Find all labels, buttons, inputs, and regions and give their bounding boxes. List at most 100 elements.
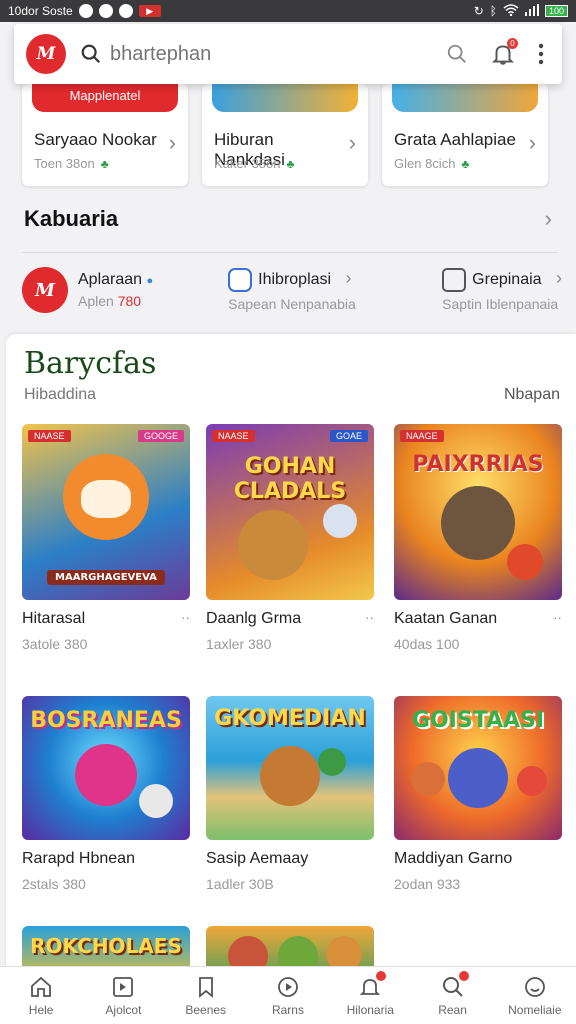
search-icon[interactable] xyxy=(446,43,468,65)
game-card[interactable]: BOSRANEAS Rarapd Hbnean 2stals 380 xyxy=(22,696,190,892)
game-title: Kaatan Ganan xyxy=(394,610,498,627)
app-name: Grepinaia xyxy=(472,271,542,289)
card-banner-button[interactable]: Mapplenatel xyxy=(32,84,178,112)
game-thumbnail[interactable]: GKOMEDIAN xyxy=(206,696,374,840)
panel-subtitle: Hibaddina xyxy=(24,386,97,403)
game-art-text: GKOMEDIAN xyxy=(214,706,366,731)
game-title: Daanlg Grma xyxy=(206,610,302,627)
more-icon[interactable]: ⋅⋅ xyxy=(365,610,374,628)
app-item[interactable]: Grepinaia › Saptin Iblenpanaia xyxy=(382,268,562,312)
apps-row: M Aplaraan ● Aplen 780 Ihibroplasi › Sap… xyxy=(22,262,562,318)
app-logo[interactable]: M xyxy=(26,34,66,74)
chevron-right-icon: › xyxy=(345,268,352,289)
clover-icon: ♣ xyxy=(461,157,470,171)
nav-home[interactable]: Hele xyxy=(1,975,81,1017)
game-card[interactable]: NAAGE PAIXRRIAS Kaatan Ganan ⋅⋅ 40das 100 xyxy=(394,424,562,652)
featured-card[interactable]: Mapplenatel Saryaao Nookar › Toen 38on ♣ xyxy=(22,84,188,186)
game-art-text: MAARGHAGEVEVA xyxy=(47,570,165,585)
game-art-text: BOSRANEAS xyxy=(30,708,182,733)
mascot-image xyxy=(323,504,358,538)
nav-label: Rarns xyxy=(271,1002,304,1017)
home-icon xyxy=(31,976,52,997)
featured-card[interactable]: Grata Aahlapiae › Glen 8cich ♣ xyxy=(382,84,548,186)
card-title: Grata Aahlapiae xyxy=(394,130,516,149)
featured-card[interactable]: Hiburan Nankdasi › Kaker 38on ♣ xyxy=(202,84,368,186)
mascot-image xyxy=(75,744,137,806)
nav-label: Hilonaria xyxy=(346,1002,394,1017)
more-icon[interactable]: ⋅⋅ xyxy=(553,610,562,628)
more-icon[interactable]: ⋅⋅ xyxy=(181,610,190,628)
nav-notifications[interactable]: Hilonaria xyxy=(330,970,410,1017)
chevron-right-icon: › xyxy=(348,130,356,155)
game-card[interactable]: GOISTAASI Maddiyan Garno 2odan 933 xyxy=(394,696,562,892)
game-art-text: GOHAN CLADALS xyxy=(233,454,347,504)
game-card[interactable]: NAASE GOAE GOHAN CLADALS Daanlg Grma ⋅⋅ 1… xyxy=(206,424,374,652)
battery-icon: 100 xyxy=(544,5,568,17)
game-thumbnail[interactable]: NAASE GOOGE MAARGHAGEVEVA xyxy=(22,424,190,600)
more-options-icon[interactable] xyxy=(538,43,544,65)
nav-search[interactable]: Rean xyxy=(413,970,493,1017)
see-more-link[interactable]: Nbapan xyxy=(504,386,560,404)
game-card[interactable]: GKOMEDIAN Sasip Aemaay 1adler 30B xyxy=(206,696,374,892)
wifi-icon xyxy=(503,3,519,19)
nav-label: Hele xyxy=(28,1002,54,1017)
chevron-right-icon[interactable]: › xyxy=(545,206,552,232)
search-input[interactable] xyxy=(110,42,446,66)
section-header[interactable]: Kabuaria › xyxy=(24,206,552,232)
notification-badge: 0 xyxy=(507,38,518,49)
card-banner-image xyxy=(212,84,358,112)
game-title: Hitarasal xyxy=(22,610,86,627)
game-thumbnail[interactable]: BOSRANEAS xyxy=(22,696,190,840)
game-tag: NAASE xyxy=(212,430,255,442)
search-icon[interactable] xyxy=(80,43,102,65)
sync-icon: ↻ xyxy=(473,4,484,18)
nav-label: Ajolcot xyxy=(105,1002,142,1017)
game-title: Sasip Aemaay xyxy=(206,850,309,867)
game-thumbnail[interactable]: GOISTAASI xyxy=(394,696,562,840)
app-sub: Saptin Iblenpanaia xyxy=(442,296,559,312)
mascot-face xyxy=(81,480,131,518)
game-title: Maddiyan Garno xyxy=(394,850,513,867)
mascot-image xyxy=(139,784,174,818)
card-banner-image xyxy=(392,84,538,112)
mascot-image xyxy=(238,510,309,580)
clover-icon: ♣ xyxy=(100,157,109,171)
card-subtitle: Kaker 38on xyxy=(214,156,281,171)
nav-profile[interactable]: Nomeliaie xyxy=(495,975,575,1017)
nav-bookmarks[interactable]: Beenes xyxy=(166,975,246,1017)
chevron-right-icon: › xyxy=(168,130,176,155)
game-thumbnail[interactable]: NAASE GOAE GOHAN CLADALS xyxy=(206,424,374,600)
play-icon xyxy=(278,976,298,997)
mascot-image xyxy=(318,748,346,776)
game-tag: GOOGE xyxy=(137,430,184,442)
notifications-button[interactable]: 0 xyxy=(490,38,518,67)
mascot-image xyxy=(448,748,508,808)
card-subtitle: Glen 8cich xyxy=(394,156,456,171)
app-item[interactable]: Ihibroplasi › Sapean Nenpanabia xyxy=(202,268,382,312)
game-card[interactable]: NAASE GOOGE MAARGHAGEVEVA Hitarasal ⋅⋅ 3a… xyxy=(22,424,190,652)
chevron-right-icon: › xyxy=(528,130,536,155)
featured-cards: Mapplenatel Saryaao Nookar › Toen 38on ♣ H… xyxy=(22,84,562,186)
bottom-navigation: Hele Ajolcot Beenes Rarns Hilonaria Rean… xyxy=(0,966,576,1024)
game-tag: NAASE xyxy=(28,430,71,442)
game-thumbnail[interactable]: NAAGE PAIXRRIAS xyxy=(394,424,562,600)
nav-label: Nomeliaie xyxy=(508,1002,562,1017)
game-subtitle: 40das 100 xyxy=(394,636,460,652)
clover-icon: ♣ xyxy=(286,157,295,171)
notification-badge xyxy=(376,970,387,981)
games-panel: Barycfas Hibaddina Nbapan NAASE GOOGE MA… xyxy=(6,334,576,1024)
nav-apps[interactable]: Ajolcot xyxy=(83,975,163,1017)
nav-play[interactable]: Rarns xyxy=(248,975,328,1017)
notification-icon xyxy=(118,4,133,18)
bluetooth-icon: ᛒ xyxy=(489,4,497,18)
smile-icon xyxy=(524,976,545,997)
app-item[interactable]: M Aplaraan ● Aplen 780 xyxy=(22,267,202,313)
status-time: 10dor Soste xyxy=(8,4,73,18)
notification-icon xyxy=(78,4,93,18)
game-art-text: GOISTAASI xyxy=(411,708,545,733)
frame-icon xyxy=(442,268,467,292)
app-sub: Aplen xyxy=(78,293,118,309)
app-logo: M xyxy=(22,267,68,313)
game-art-text: ROKCHOLAES xyxy=(30,934,182,958)
link-icon xyxy=(228,268,253,292)
